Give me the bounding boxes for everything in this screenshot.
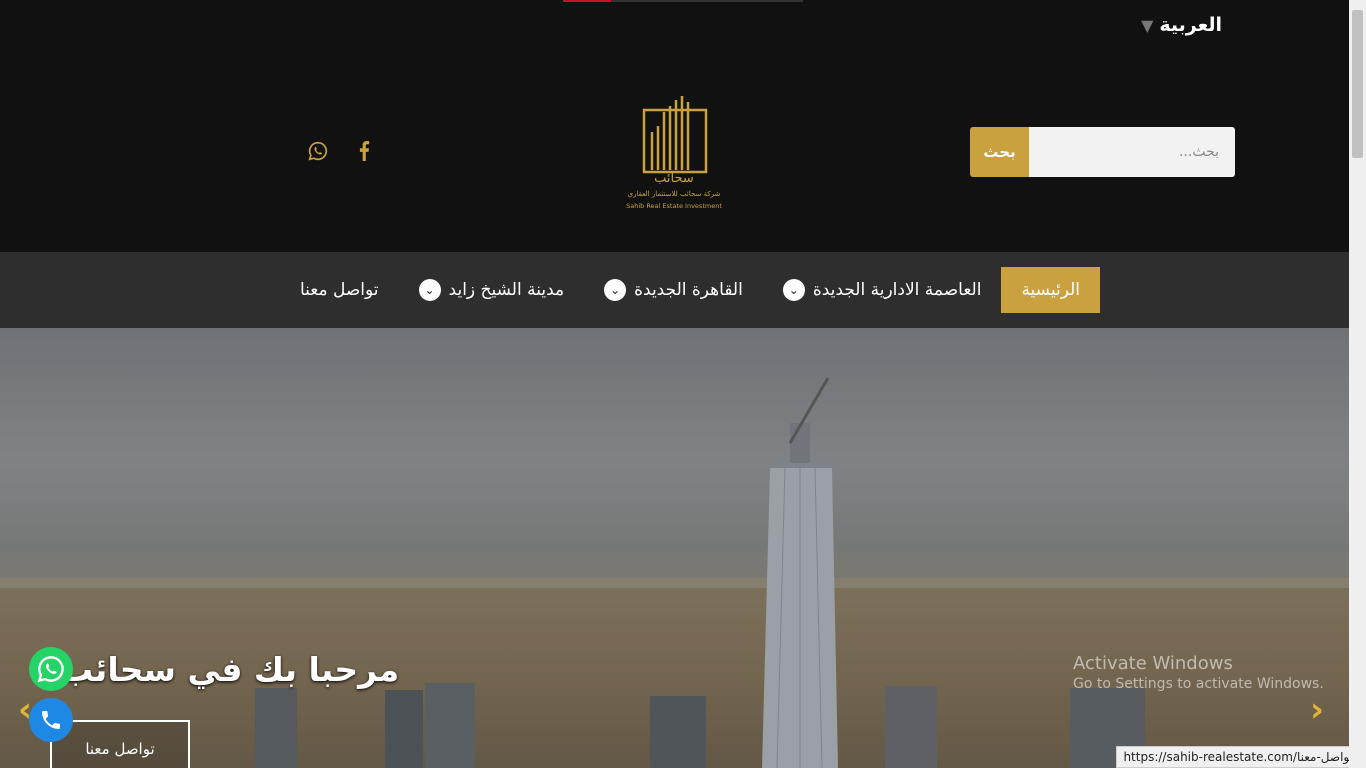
whatsapp-float-button[interactable]	[29, 647, 73, 691]
social-links	[308, 140, 374, 162]
nav-item-label: الرئيسية	[1021, 280, 1080, 300]
whatsapp-icon	[37, 656, 64, 683]
watermark-line-2: Go to Settings to activate Windows.	[1073, 676, 1324, 692]
nav-item-label: مدينة الشيخ زايد	[448, 280, 565, 300]
phone-float-button[interactable]	[29, 698, 73, 742]
logo-tagline-en: Sahib Real Estate Investment	[626, 202, 722, 210]
triangle-down-icon: ▼	[1141, 15, 1154, 35]
watermark-line-1: Activate Windows	[1073, 653, 1233, 674]
windows-activation-watermark: Activate Windows Go to Settings to activ…	[1073, 653, 1324, 692]
nav-menu: الرئيسية العاصمة الادارية الجديدة ⌄ القا…	[280, 267, 1100, 313]
facebook-icon[interactable]	[354, 140, 374, 162]
chevron-down-icon[interactable]: ⌄	[604, 279, 627, 301]
hero-slider: مرحبا بك في سحائب تواصل معنا ‹ › Activat…	[0, 328, 1349, 768]
language-label: العربية	[1159, 14, 1222, 36]
nav-item-home[interactable]: الرئيسية	[1001, 267, 1100, 313]
nav-item-new-capital[interactable]: العاصمة الادارية الجديدة ⌄	[763, 267, 1002, 313]
browser-status-url: https://sahib-realestate.com/تواصل-معنا/	[1116, 746, 1364, 768]
top-header: العربية ▼ بحث سحائب شركة سحائ	[0, 0, 1349, 252]
nav-item-label: العاصمة الادارية الجديدة	[812, 280, 982, 300]
nav-item-new-cairo[interactable]: القاهرة الجديدة ⌄	[584, 267, 763, 313]
chevron-right-icon[interactable]: ›	[1310, 690, 1324, 730]
scrollbar-thumb[interactable]	[1352, 10, 1363, 158]
page-scrollbar[interactable]	[1349, 0, 1366, 768]
nav-item-label: تواصل معنا	[299, 280, 379, 300]
phone-icon	[42, 711, 60, 729]
chevron-down-icon[interactable]: ⌄	[782, 279, 805, 301]
logo-wordmark: سحائب	[654, 171, 694, 186]
language-switcher[interactable]: العربية ▼	[1141, 14, 1222, 36]
hero-background-image	[0, 328, 1349, 768]
chevron-down-icon[interactable]: ⌄	[418, 279, 441, 301]
nav-item-contact[interactable]: تواصل معنا	[280, 267, 399, 313]
hero-title: مرحبا بك في سحائب	[60, 650, 400, 689]
logo-tagline-ar: شركة سحائب للاستثمار العقاري	[628, 190, 721, 198]
search-input[interactable]	[1029, 127, 1235, 177]
whatsapp-icon[interactable]	[308, 140, 328, 162]
nav-item-sheikh-zayed[interactable]: مدينة الشيخ زايد ⌄	[399, 267, 585, 313]
page-load-progress	[563, 0, 803, 2]
progress-fill	[563, 0, 611, 2]
search-button[interactable]: بحث	[970, 127, 1029, 177]
search-form: بحث	[970, 127, 1235, 177]
site-logo[interactable]: سحائب شركة سحائب للاستثمار العقاري Sahib…	[612, 92, 737, 214]
main-navigation: الرئيسية العاصمة الادارية الجديدة ⌄ القا…	[0, 252, 1349, 328]
nav-item-label: القاهرة الجديدة	[634, 280, 743, 300]
